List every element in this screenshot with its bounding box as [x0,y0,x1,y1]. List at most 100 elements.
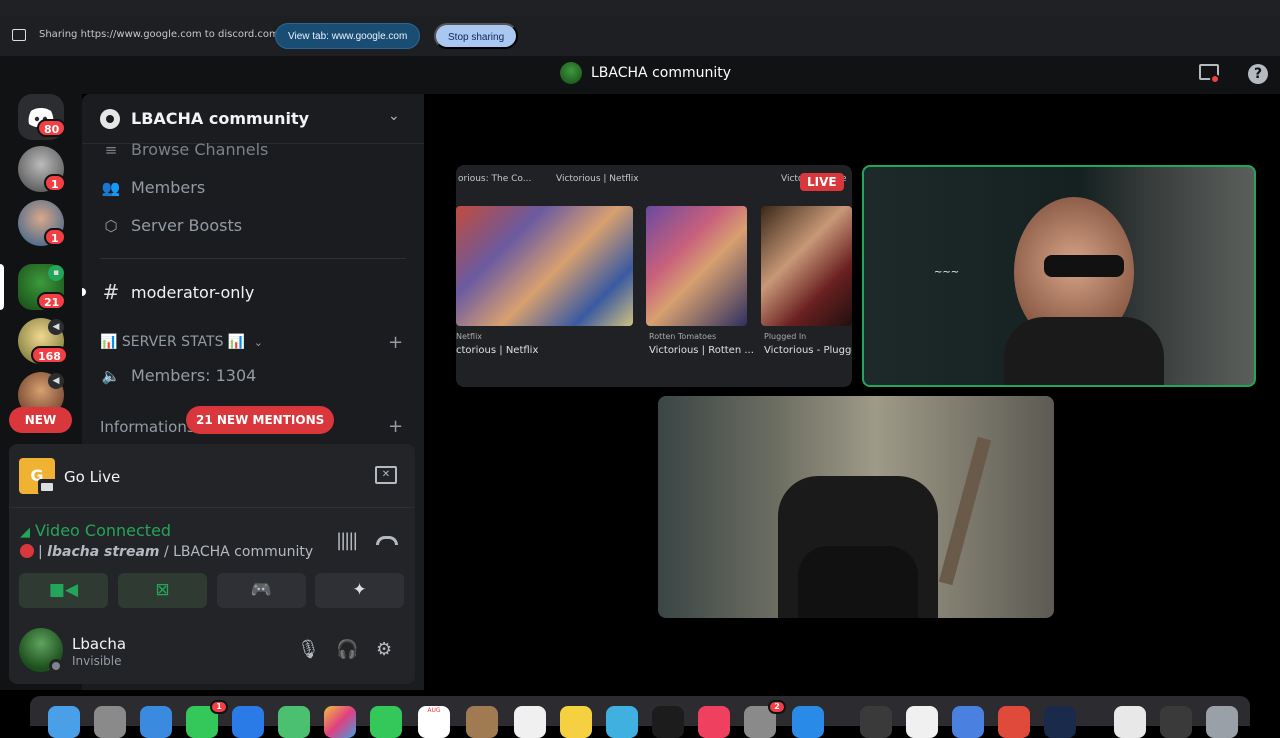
tv-icon[interactable] [652,706,684,738]
home-unread-badge: 80 [37,119,67,137]
screen-share-button[interactable]: ⊠ [118,573,207,608]
soundboard-button[interactable]: ✦ [315,573,404,608]
stop-streaming-icon[interactable]: ✕ [375,466,397,484]
invisible-status-icon [49,659,63,673]
mail-icon[interactable] [232,706,264,738]
voice-status[interactable]: ◢ Video Connected [20,521,171,540]
sharing-status-text: Sharing https://www.google.com to discor… [39,29,279,40]
members-count-label: Members: 1304 [131,366,257,385]
chrome-icon[interactable] [998,706,1030,738]
server-header[interactable]: LBACHA community ⌄ [82,94,424,144]
server-boosts-item[interactable]: ⬡ Server Boosts [100,216,242,235]
xcode-icon[interactable] [792,706,824,738]
gear-icon[interactable]: ⚙ [376,639,392,660]
launchpad-icon[interactable] [94,706,126,738]
server-settings-icon [100,109,120,129]
stream-channel-name: lbacha stream [47,544,160,560]
category-server-stats[interactable]: 📊 SERVER STATS 📊 ⌄ [100,334,263,350]
notes-icon[interactable] [560,706,592,738]
window-title: LBACHA community [591,65,732,81]
result-image-rotten-tomatoes [646,206,747,326]
category-informations[interactable]: Informations [100,418,195,436]
divider [100,258,406,259]
members-icon: 👥 [101,178,121,197]
screen-share-icon: ⊠ [155,580,170,600]
browse-channels-icon: ≡ [104,140,118,159]
photos-icon[interactable] [324,706,356,738]
category-label: 📊 SERVER STATS 📊 [100,334,246,350]
freeform-icon[interactable] [606,706,638,738]
stop-sharing-button[interactable]: Stop sharing [434,23,519,49]
voice-channel-info[interactable]: | lbacha stream / LBACHA community [20,544,313,560]
reminders-icon[interactable] [514,706,546,738]
video-camera-icon: ■◀ [48,580,79,600]
trash-icon[interactable] [1206,706,1238,738]
activities-button[interactable]: 🎮 [217,573,306,608]
chevron-down-icon: ⌄ [253,336,264,349]
red-circle-icon [20,544,34,558]
webcam-tile-speaking[interactable]: ~~~ [862,165,1256,387]
finder-icon[interactable] [48,706,80,738]
server-badge-lbacha: 21 [37,292,67,310]
app-icon[interactable] [952,706,984,738]
capcut-icon[interactable] [906,706,938,738]
view-tab-button[interactable]: View tab: www.google.com [275,23,421,49]
screen-share-icon [12,29,26,41]
boost-icon: ⬡ [104,216,118,235]
result-image-netflix [456,206,633,326]
username: Lbacha [72,635,127,653]
voice-user-panel: G Go Live ✕ ◢ Video Connected | lbacha st… [9,444,415,684]
members-count-channel[interactable]: 🔈 Members: 1304 [100,366,257,385]
maps-icon[interactable] [278,706,310,738]
add-channel-icon[interactable]: + [388,416,403,437]
calendar-icon[interactable]: AUG [418,706,450,738]
add-channel-icon[interactable]: + [388,332,403,353]
new-mentions-pill[interactable]: 21 NEW MENTIONS [186,406,335,434]
server-name: LBACHA community [131,109,310,128]
chevron-down-icon: ⌄ [388,108,400,124]
new-unreads-pill[interactable]: NEW [9,407,72,433]
sunglasses [1044,255,1124,277]
members-item[interactable]: 👥 Members [100,178,206,197]
signal-icon: ◢ [20,525,30,540]
user-status: Invisible [72,654,122,668]
downloads-folder-icon[interactable] [1160,706,1192,738]
speaker-icon: ◀ [48,319,64,335]
speaker-icon: ◀ [48,373,64,389]
disconnect-icon[interactable] [376,536,398,545]
result-image-plugged-in [761,206,852,326]
messages-badge: 1 [210,700,228,714]
webcam-tile-second[interactable] [658,396,1054,618]
documents-folder-icon[interactable] [1114,706,1146,738]
go-live-label: Go Live [64,468,121,486]
settings-badge: 2 [768,700,786,714]
calendar-month: AUG [427,707,441,714]
contacts-icon[interactable] [466,706,498,738]
decor-branch [938,436,992,586]
noise-suppression-icon[interactable]: ||||| [336,530,358,551]
safari-icon[interactable] [140,706,172,738]
hashtag-icon: # [102,280,120,304]
shared-screen-tile[interactable]: orious: The Co... Victorious | Netflix V… [456,165,852,387]
result-source: Netflix [456,332,483,341]
result-caption: orious: The Co... [458,174,532,184]
facetime-icon[interactable] [370,706,402,738]
macos-dock: 1 AUG 2 [30,696,1250,738]
microphone-icon[interactable]: 🎙 [297,639,320,660]
channel-moderator-only[interactable]: # moderator-only [100,280,255,304]
camera-icon [38,479,58,495]
music-icon[interactable] [698,706,730,738]
channel-label: moderator-only [131,282,255,302]
clock-icon[interactable] [1044,706,1076,738]
neon-sign: ~~~ [934,267,960,278]
browse-channels-item[interactable]: ≡ Browse Channels [100,140,269,159]
headphones-icon[interactable]: 🎧 [336,639,358,660]
server-boosts-label: Server Boosts [131,216,243,235]
result-source: Rotten Tomatoes [649,332,717,341]
browse-channels-label: Browse Channels [131,140,269,159]
help-icon[interactable]: ? [1248,64,1268,84]
camera-button[interactable]: ■◀ [19,573,108,608]
app-icon[interactable] [860,706,892,738]
members-label: Members [131,178,206,197]
server-logo-icon [560,62,582,84]
